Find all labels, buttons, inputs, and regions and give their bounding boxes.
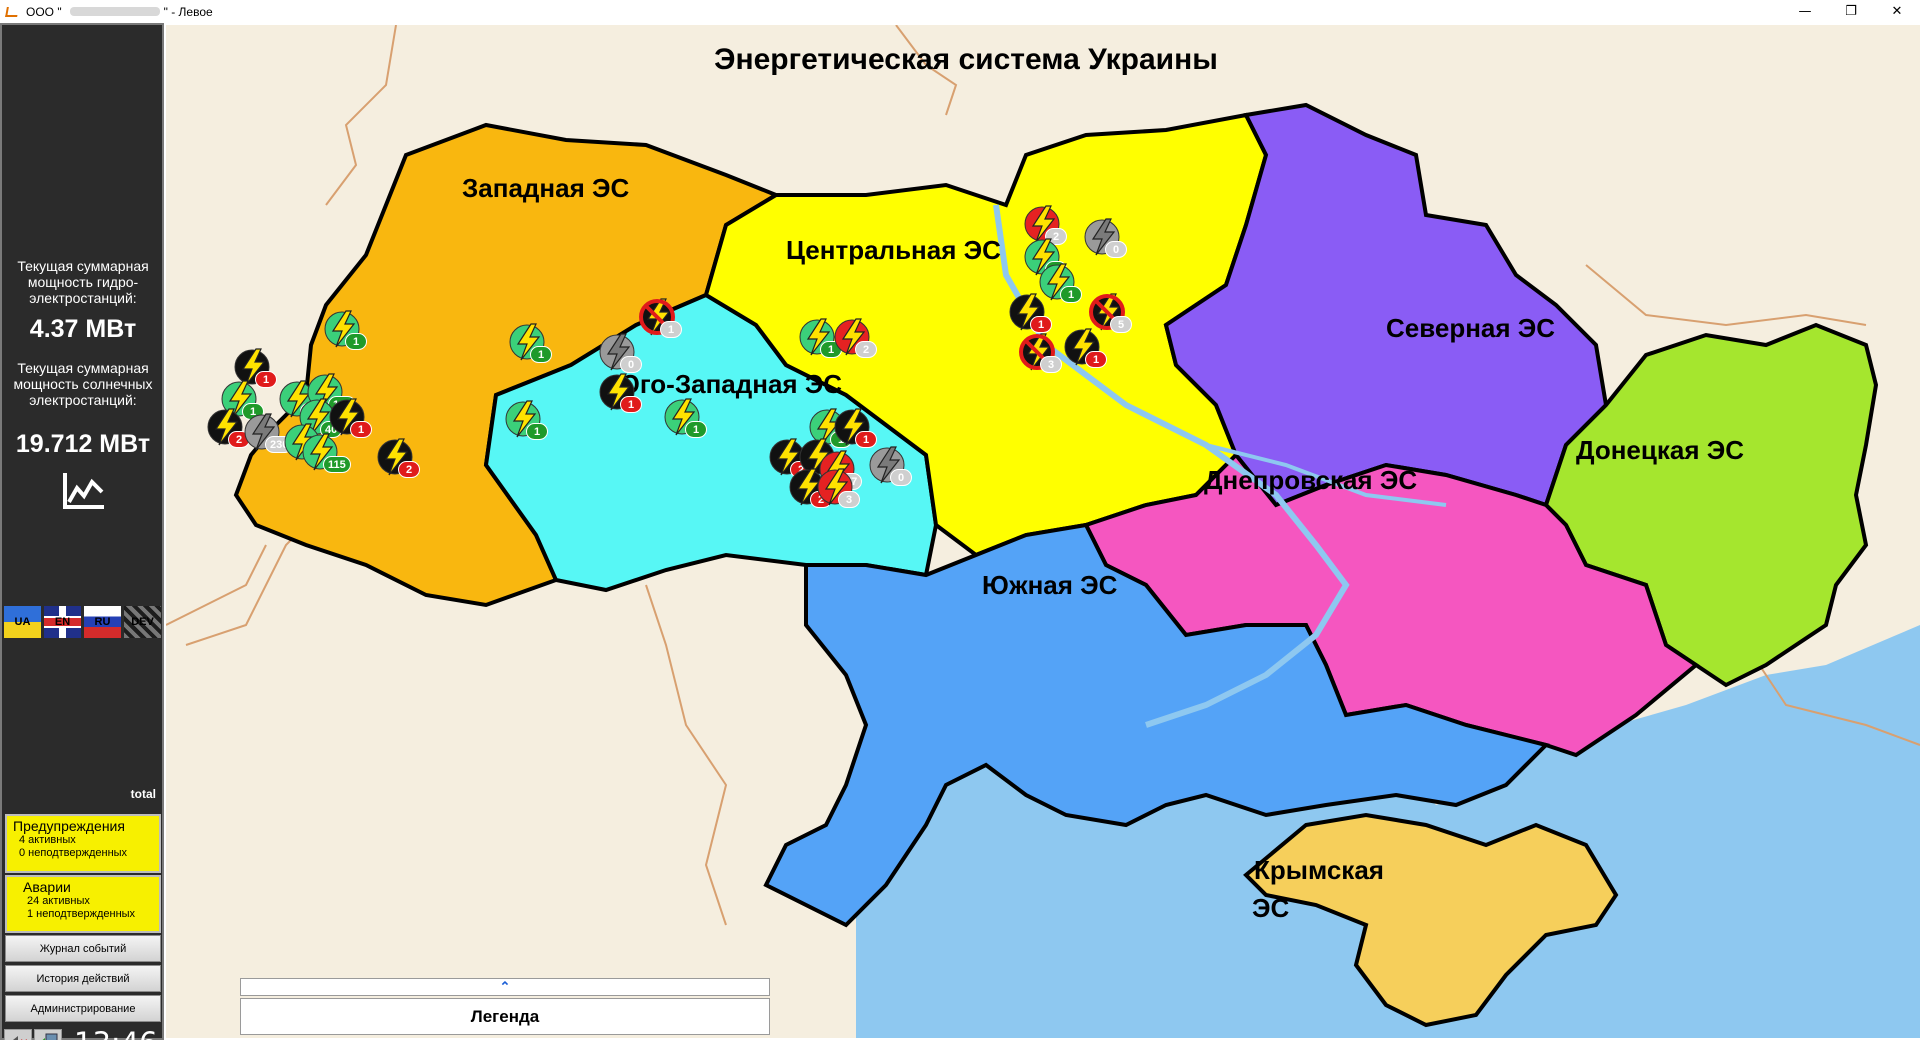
station-count-badge: 0 [890, 469, 912, 486]
station-count-badge: 1 [526, 423, 548, 440]
restore-button[interactable]: ❐ [1828, 0, 1874, 23]
chevron-up-icon: ⌃ [499, 979, 511, 994]
station-marker[interactable]: 3 [1016, 330, 1062, 374]
station-count-badge: 5 [1110, 316, 1132, 333]
station-count-badge: 1 [1085, 351, 1107, 368]
administration-button[interactable]: Администрирование [5, 995, 161, 1022]
station-count-badge: 2 [398, 461, 420, 478]
station-marker[interactable]: 1 [636, 295, 682, 339]
map-area: Энергетическая система Украины Западная … [166, 25, 1920, 1038]
warnings-unconfirmed: 0 неподтвержденных [19, 847, 128, 859]
station-count-badge: 1 [350, 421, 372, 438]
region-label-crimea-line2[interactable]: ЭС [1252, 893, 1289, 924]
lang-en-button[interactable]: EN [44, 606, 81, 638]
warnings-panel[interactable]: Предупреждения 4 активных 0 неподтвержде… [5, 814, 161, 873]
minimize-button[interactable]: — [1782, 0, 1828, 23]
station-count-badge: 1 [1060, 286, 1082, 303]
station-count-badge: 3 [1040, 356, 1062, 373]
warnings-active: 4 активных [19, 834, 76, 846]
logout-button[interactable] [34, 1028, 62, 1040]
station-marker[interactable]: 1 [596, 370, 642, 414]
station-marker[interactable]: 115 [299, 430, 351, 474]
station-marker[interactable]: 0 [1081, 215, 1127, 259]
alarms-title: Аварии [23, 879, 71, 895]
region-label-dnipro[interactable]: Днепровская ЭС [1204, 465, 1417, 496]
region-label-donetsk[interactable]: Донецкая ЭС [1576, 435, 1744, 466]
speaker-muted-icon [9, 1035, 28, 1040]
station-count-badge: 0 [1105, 241, 1127, 258]
station-count-badge: 1 [660, 321, 682, 338]
legend-button[interactable]: Легенда [240, 998, 770, 1035]
solar-power-value: 19.712 МВт [15, 430, 151, 458]
station-marker[interactable]: 2 [831, 315, 877, 359]
sidebar-footer: 13:46 [4, 1025, 164, 1040]
station-marker[interactable]: 1 [502, 397, 548, 441]
station-count-badge: 2 [855, 341, 877, 358]
alarms-active: 24 активных [27, 895, 90, 907]
action-history-button[interactable]: История действий [5, 965, 161, 992]
redacted-company-name [69, 7, 160, 16]
language-switcher: UA EN RU DEV [4, 606, 164, 638]
event-journal-button[interactable]: Журнал событий [5, 935, 161, 962]
hydro-power-label: Текущая суммарная мощность гидро-электро… [17, 258, 149, 306]
station-count-badge: 115 [323, 456, 351, 473]
station-marker[interactable]: 2 [374, 435, 420, 479]
window-title-suffix: " - Левое [163, 4, 213, 19]
mute-sound-button[interactable] [4, 1028, 32, 1040]
region-label-west[interactable]: Западная ЭС [462, 173, 629, 204]
window-titlebar: ООО " " - Левое — ❐ ✕ [0, 0, 1920, 23]
exit-door-icon [42, 1033, 58, 1040]
lang-dev-button[interactable]: DEV [124, 606, 161, 638]
close-button[interactable]: ✕ [1874, 0, 1920, 23]
left-panel: Текущая суммарная мощность гидро-электро… [0, 23, 164, 1040]
window-title-prefix: ООО " [26, 4, 62, 19]
clock: 13:46 [74, 1026, 158, 1040]
station-marker[interactable]: 1 [506, 320, 552, 364]
station-count-badge: 3 [838, 491, 860, 508]
app-checkmark-icon [4, 4, 20, 20]
total-label: total [130, 787, 156, 801]
station-marker[interactable]: 1 [661, 395, 707, 439]
station-marker[interactable]: 0 [596, 330, 642, 374]
alarms-panel[interactable]: Аварии 24 активных 1 неподтвержденных [5, 875, 161, 933]
ukraine-energy-map [166, 25, 1920, 1038]
station-count-badge: 1 [620, 396, 642, 413]
station-marker[interactable]: 1 [321, 307, 367, 351]
trend-chart-icon[interactable] [62, 470, 106, 510]
region-label-north[interactable]: Северная ЭС [1386, 313, 1555, 344]
legend-expand-bar[interactable]: ⌃ [240, 978, 770, 996]
region-label-crimea-line1[interactable]: Крымская [1254, 855, 1384, 886]
station-count-badge: 1 [345, 333, 367, 350]
station-count-badge: 1 [685, 421, 707, 438]
window-controls: — ❐ ✕ [1782, 0, 1920, 23]
region-label-south[interactable]: Южная ЭС [982, 570, 1117, 601]
station-marker[interactable]: 3 [814, 465, 860, 509]
lang-ua-button[interactable]: UA [4, 606, 41, 638]
warnings-title: Предупреждения [13, 818, 125, 834]
map-title: Энергетическая система Украины [714, 43, 1218, 76]
alarms-unconfirmed: 1 неподтвержденных [27, 908, 136, 920]
region-label-central[interactable]: Центральная ЭС [786, 235, 1001, 266]
hydro-power-value: 4.37 МВт [29, 315, 137, 343]
region-label-southwest[interactable]: Юго-Западная ЭС [613, 369, 842, 400]
solar-power-label: Текущая суммарная мощность солнечных эле… [13, 360, 153, 408]
station-count-badge: 1 [530, 346, 552, 363]
lang-ru-button[interactable]: RU [84, 606, 121, 638]
station-marker[interactable]: 230 [241, 410, 294, 454]
station-marker[interactable]: 1 [1006, 290, 1052, 334]
station-marker[interactable]: 1 [1061, 325, 1107, 369]
station-marker[interactable]: 0 [866, 443, 912, 487]
